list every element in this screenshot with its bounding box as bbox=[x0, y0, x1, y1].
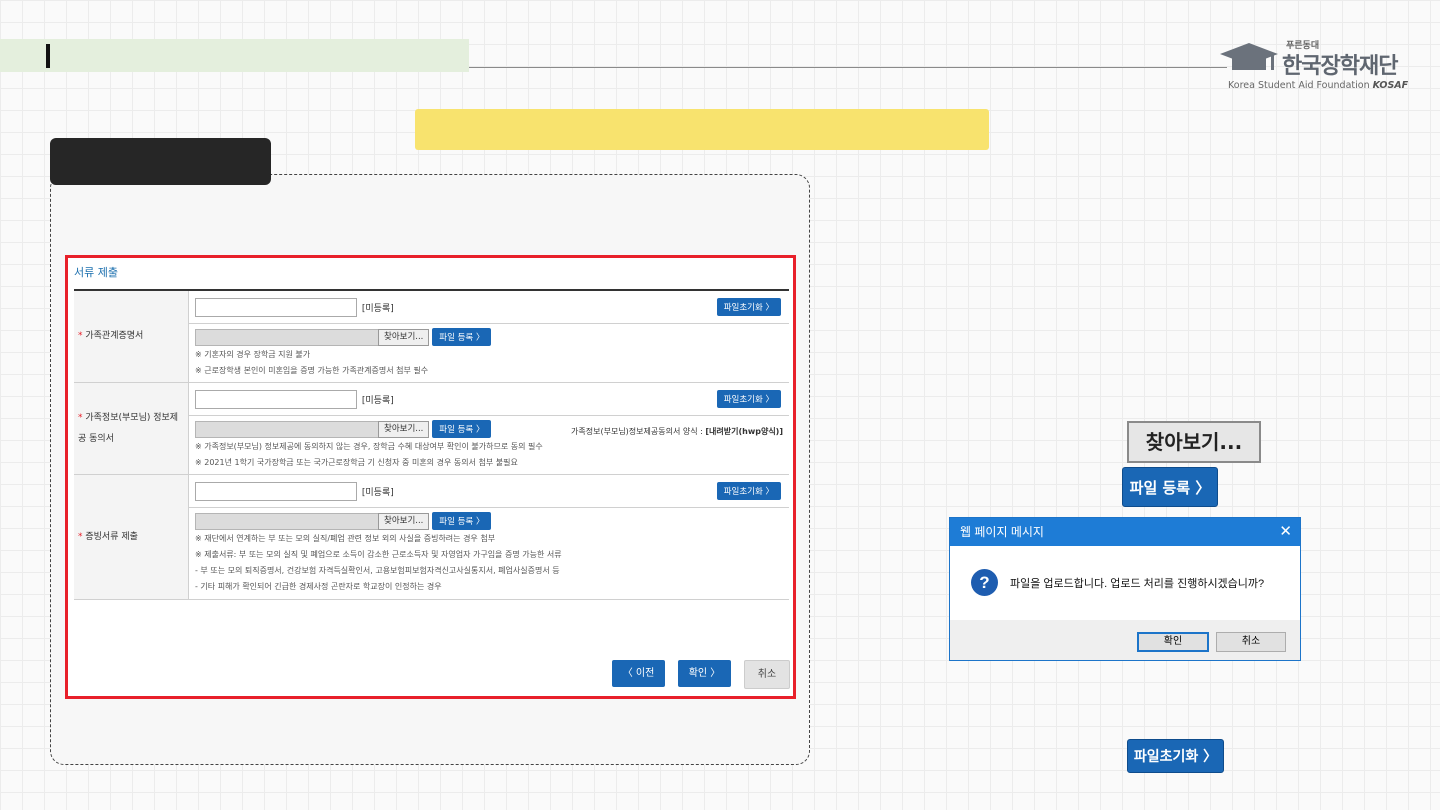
logo-english: Korea Student Aid Foundation KOSAF bbox=[1228, 80, 1409, 91]
web-page-message-dialog: 웹 페이지 메시지 ✕ ? 파일을 업로드합니다. 업로드 처리를 진행하시겠습… bbox=[949, 517, 1301, 661]
note-line: ※ 가족정보(부모님) 정보제공에 동의하지 않는 경우, 장학금 수혜 대상여… bbox=[195, 442, 543, 451]
hwp-download: 가족정보(부모님)정보제공동의서 양식 : [내려받기(hwp양식)] bbox=[571, 427, 783, 436]
browse-button-zoom[interactable]: 찾아보기... bbox=[1127, 421, 1261, 463]
file-path-field[interactable] bbox=[195, 512, 379, 530]
unregistered-status: [미등록] bbox=[361, 395, 394, 406]
graduation-cap-icon bbox=[1220, 43, 1278, 70]
note-line: ※ 재단에서 연계하는 부 또는 모의 실직/폐업 관련 정보 외의 사실을 증… bbox=[195, 534, 496, 543]
browse-button[interactable]: 찾아보기... bbox=[378, 512, 430, 530]
file-path-field[interactable] bbox=[195, 328, 379, 346]
file-path-field[interactable] bbox=[195, 420, 379, 438]
dialog-cancel-button[interactable]: 취소 bbox=[1216, 632, 1286, 652]
browse-button[interactable]: 찾아보기... bbox=[378, 328, 430, 346]
file-reset-button-zoom[interactable]: 파일초기화 〉 bbox=[1127, 739, 1224, 773]
section-title: 서류 제출 bbox=[74, 266, 118, 279]
browse-button[interactable]: 찾아보기... bbox=[378, 420, 430, 438]
note-line: ※ 기혼자의 경우 장학금 지원 불가 bbox=[195, 350, 311, 359]
file-reset-button[interactable]: 파일초기화 〉 bbox=[716, 298, 781, 316]
file-upload-button[interactable]: 파일 등록 〉 bbox=[432, 512, 492, 530]
dialog-titlebar: 웹 페이지 메시지 ✕ bbox=[950, 518, 1300, 546]
prev-button[interactable]: 〈 이전 bbox=[612, 660, 665, 687]
note-line: ※ 제출서류: 부 또는 모의 실직 및 폐업으로 소득이 감소한 근로소득자 … bbox=[195, 550, 562, 559]
file-name-field[interactable] bbox=[195, 481, 357, 501]
file-reset-button[interactable]: 파일초기화 〉 bbox=[716, 482, 781, 500]
file-reset-button[interactable]: 파일초기화 〉 bbox=[716, 390, 781, 408]
confirm-button[interactable]: 확인 〉 bbox=[678, 660, 731, 687]
file-upload-button-zoom[interactable]: 파일 등록 〉 bbox=[1122, 467, 1218, 507]
document-form-table: * 가족관계증명서 [미등록] 파일초기화 〉 찾아보기... 파일 등록 〉 … bbox=[74, 289, 789, 600]
note-line: ※ 근로장학생 본인이 미혼임을 증명 가능한 가족관계증명서 첨부 필수 bbox=[195, 366, 429, 375]
row-label-consent-form: * 가족정보(부모님) 정보제공 동의서 bbox=[74, 382, 189, 475]
logo-name: 한국장학재단 bbox=[1282, 54, 1398, 79]
dialog-message: 파일을 업로드합니다. 업로드 처리를 진행하시겠습니까? bbox=[1010, 578, 1265, 590]
title-divider bbox=[469, 67, 1227, 68]
step-label-box bbox=[50, 138, 271, 185]
dialog-title: 웹 페이지 메시지 bbox=[960, 525, 1044, 539]
dialog-ok-button[interactable]: 확인 bbox=[1137, 632, 1209, 652]
document-submit-panel: 서류 제출 * 가족관계증명서 [미등록] 파일초기화 〉 찾아보기... 파일… bbox=[65, 255, 796, 699]
dialog-footer: 확인 취소 bbox=[950, 620, 1300, 660]
row-label-family-cert: * 가족관계증명서 bbox=[74, 290, 189, 383]
slide-title-bar bbox=[0, 39, 469, 72]
unregistered-status: [미등록] bbox=[361, 303, 394, 314]
note-line: - 기타 피해가 확인되어 긴급한 경제사정 곤란자로 학교장이 인정하는 경우 bbox=[195, 582, 442, 591]
close-icon[interactable]: ✕ bbox=[1279, 518, 1292, 546]
slide-title-marker bbox=[46, 44, 50, 68]
yellow-highlight-bar bbox=[415, 109, 989, 150]
note-line: - 부 또는 모의 퇴직증명서, 건강보험 자격득실확인서, 고용보험피보험자격… bbox=[195, 566, 560, 575]
hwp-download-link[interactable]: [내려받기(hwp양식)] bbox=[705, 427, 783, 436]
row-label-evidence: * 증빙서류 제출 bbox=[74, 474, 189, 600]
kosaf-logo: 푸른동대 한국장학재단 Korea Student Aid Foundation… bbox=[1216, 38, 1409, 94]
cancel-button[interactable]: 취소 bbox=[744, 660, 790, 689]
question-icon: ? bbox=[971, 569, 998, 596]
unregistered-status: [미등록] bbox=[361, 487, 394, 498]
file-upload-button[interactable]: 파일 등록 〉 bbox=[432, 328, 492, 346]
file-name-field[interactable] bbox=[195, 389, 357, 409]
note-line: ※ 2021년 1학기 국가장학금 또는 국가근로장학금 기 신청자 중 미혼의… bbox=[195, 458, 518, 467]
file-name-field[interactable] bbox=[195, 297, 357, 317]
file-upload-button[interactable]: 파일 등록 〉 bbox=[432, 420, 492, 438]
